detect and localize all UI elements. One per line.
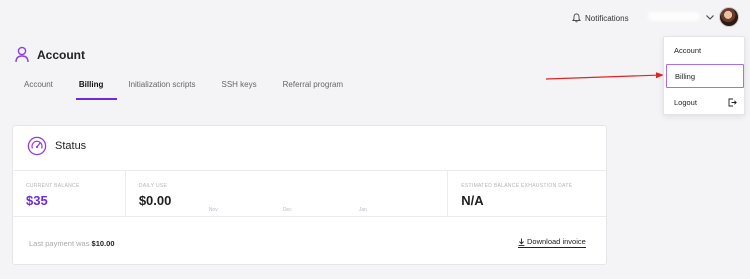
account-tabs: Account Billing Initialization scripts S… — [24, 78, 343, 100]
user-icon — [15, 46, 29, 63]
notifications-button[interactable]: Notifications — [572, 12, 629, 24]
last-payment-prefix: Last payment was — [29, 239, 90, 248]
top-bar: Notifications — [0, 0, 750, 36]
metrics-row: Current balance $35 Daily use $0.00 Nov … — [13, 171, 606, 216]
exhaustion-date-label: Estimated balance exhaustion date — [461, 183, 573, 189]
month-label: Nov — [208, 207, 218, 213]
tab-initialization-scripts[interactable]: Initialization scripts — [128, 78, 195, 100]
user-dropdown-menu: Account Billing Logout — [663, 36, 745, 115]
current-balance-metric: Current balance $35 — [13, 171, 126, 216]
status-card: Status Current balance $35 Daily use $0.… — [12, 125, 607, 265]
last-payment-text: Last payment was $10.00 — [29, 239, 115, 248]
status-card-header: Status — [27, 136, 86, 156]
month-label: Dec — [282, 207, 292, 213]
tab-ssh-keys[interactable]: SSH keys — [222, 78, 257, 100]
page-title-text: Account — [37, 47, 85, 62]
tab-account[interactable]: Account — [24, 78, 53, 100]
chevron-down-icon[interactable] — [705, 13, 715, 21]
exhaustion-date-metric: Estimated balance exhaustion date N/A — [448, 171, 606, 216]
daily-use-label: Daily use — [138, 183, 168, 189]
daily-use-metric: Daily use $0.00 Nov Dec Jan — [126, 171, 449, 216]
menu-item-label: Billing — [675, 71, 696, 81]
username-redacted — [648, 12, 700, 21]
download-invoice-label: Download invoice — [527, 237, 586, 246]
month-label: Jan — [358, 207, 367, 213]
tab-billing[interactable]: Billing — [75, 78, 119, 100]
download-icon — [518, 238, 525, 246]
last-payment-amount: $10.00 — [91, 239, 115, 248]
status-card-footer: Last payment was $10.00 Download invoice — [13, 216, 606, 266]
download-invoice-link[interactable]: Download invoice — [518, 237, 586, 248]
current-balance-label: Current balance — [26, 183, 80, 189]
menu-item-account[interactable]: Account — [666, 38, 744, 62]
daily-use-value: $0.00 — [138, 193, 172, 208]
gauge-icon — [27, 136, 47, 156]
tab-referral-program[interactable]: Referral program — [283, 78, 343, 100]
avatar[interactable] — [719, 7, 739, 27]
notifications-label: Notifications — [585, 13, 629, 23]
current-balance-value: $35 — [26, 193, 48, 208]
menu-item-logout[interactable]: Logout — [666, 90, 744, 114]
bell-icon — [572, 13, 581, 23]
menu-item-label: Account — [674, 45, 702, 55]
page-title: Account — [15, 46, 85, 63]
logout-icon — [728, 98, 737, 106]
exhaustion-date-value: N/A — [461, 193, 484, 208]
annotation-arrow — [545, 72, 664, 80]
status-card-title: Status — [55, 140, 87, 152]
menu-item-label: Logout — [674, 97, 697, 107]
menu-item-billing[interactable]: Billing — [666, 64, 744, 88]
